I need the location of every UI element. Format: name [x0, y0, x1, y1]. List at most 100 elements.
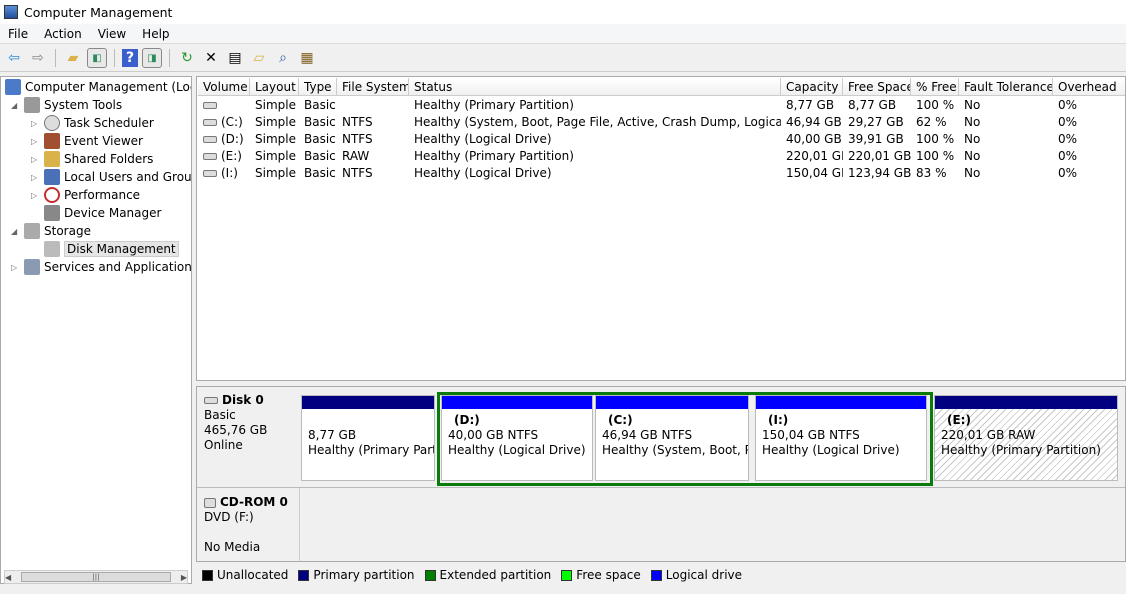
tree-item-event-viewer[interactable]: ▷ Event Viewer [31, 132, 143, 150]
column-header-capacity[interactable]: Capacity [781, 78, 843, 96]
tree-item-shared-folders[interactable]: ▷ Shared Folders [31, 150, 153, 168]
table-cell[interactable]: No [959, 165, 1053, 182]
properties-icon[interactable]: ▤ [225, 48, 245, 68]
cdrom-0-label[interactable]: CD-ROM 0 DVD (F:) No Media [199, 491, 299, 561]
tree-horizontal-scrollbar[interactable]: ◀ ||| ▶ [4, 570, 188, 584]
refresh-icon[interactable]: ↻ [177, 48, 197, 68]
back-icon[interactable]: ⇦ [4, 48, 24, 68]
table-cell[interactable]: NTFS [337, 165, 409, 182]
table-cell[interactable]: Simple [250, 97, 299, 114]
column-header-layout[interactable]: Layout [250, 78, 299, 96]
table-cell[interactable]: Simple [250, 131, 299, 148]
table-cell[interactable]: Simple [250, 148, 299, 165]
table-cell[interactable]: 100 % [911, 131, 959, 148]
expand-icon[interactable]: ▷ [31, 137, 41, 146]
partition-block[interactable]: (I:) 150,04 GB NTFS Healthy (Logical Drive… [755, 395, 927, 481]
expand-icon[interactable]: ▷ [11, 263, 21, 272]
table-cell[interactable]: 100 % [911, 97, 959, 114]
collapse-icon[interactable]: ◢ [11, 101, 21, 110]
tree-item-system-tools[interactable]: ◢ System Tools [11, 96, 122, 114]
help-icon[interactable]: ? [122, 49, 138, 67]
settings-icon[interactable]: ▦ [297, 48, 317, 68]
collapse-icon[interactable]: ◢ [11, 227, 21, 236]
table-cell[interactable]: 40,00 GB [781, 131, 843, 148]
table-cell[interactable]: (E:) [198, 148, 250, 165]
table-cell[interactable]: Basic [299, 131, 337, 148]
tree-item-performance[interactable]: ▷ Performance [31, 186, 140, 204]
tree-item-disk-management[interactable]: Disk Management [44, 240, 179, 258]
column-header-overhead[interactable]: Overhead [1053, 78, 1125, 96]
menu-file[interactable]: File [0, 27, 36, 41]
table-cell[interactable]: 39,91 GB [843, 131, 911, 148]
table-cell[interactable]: 0% [1053, 148, 1125, 165]
table-cell[interactable]: No [959, 131, 1053, 148]
tree-item-services-applications[interactable]: ▷ Services and Applications [11, 258, 191, 276]
partition-block[interactable]: (C:) 46,94 GB NTFS Healthy (System, Boot, … [595, 395, 749, 481]
delete-icon[interactable]: ✕ [201, 48, 221, 68]
table-cell[interactable]: 150,04 GB [781, 165, 843, 182]
table-cell[interactable]: 220,01 GB [843, 148, 911, 165]
forward-icon[interactable]: ⇨ [28, 48, 48, 68]
table-cell[interactable]: 8,77 GB [781, 97, 843, 114]
expand-icon[interactable]: ▷ [31, 173, 41, 182]
column-header-file-system[interactable]: File System [337, 78, 409, 96]
table-cell[interactable]: 0% [1053, 114, 1125, 131]
expand-icon[interactable]: ▷ [31, 191, 41, 200]
table-cell[interactable]: Healthy (System, Boot, Page File, Active… [409, 114, 781, 131]
up-folder-icon[interactable]: ▰ [63, 48, 83, 68]
menu-action[interactable]: Action [36, 27, 90, 41]
table-cell[interactable]: 0% [1053, 165, 1125, 182]
scroll-thumb[interactable]: ||| [21, 572, 171, 582]
partition-block[interactable]: (E:) 220,01 GB RAW Healthy (Primary Partit… [934, 395, 1118, 481]
column-header--free[interactable]: % Free [911, 78, 959, 96]
table-cell[interactable]: 8,77 GB [843, 97, 911, 114]
column-header-free-space[interactable]: Free Space [843, 78, 911, 96]
table-cell[interactable]: Basic [299, 165, 337, 182]
table-cell[interactable]: 0% [1053, 97, 1125, 114]
table-cell[interactable]: Healthy (Logical Drive) [409, 165, 781, 182]
table-cell[interactable]: (I:) [198, 165, 250, 182]
table-cell[interactable]: 29,27 GB [843, 114, 911, 131]
table-cell[interactable]: (C:) [198, 114, 250, 131]
table-cell[interactable]: 62 % [911, 114, 959, 131]
table-cell[interactable]: Healthy (Primary Partition) [409, 97, 781, 114]
table-cell[interactable]: 220,01 GB [781, 148, 843, 165]
column-header-fault-tolerance[interactable]: Fault Tolerance [959, 78, 1053, 96]
scroll-left-icon[interactable]: ◀ [5, 573, 11, 582]
tree-item-storage[interactable]: ◢ Storage [11, 222, 91, 240]
tree-item-task-scheduler[interactable]: ▷ Task Scheduler [31, 114, 154, 132]
tree-item-computer-management[interactable]: Computer Management (Local [5, 78, 191, 96]
table-cell[interactable]: Basic [299, 148, 337, 165]
table-cell[interactable]: No [959, 97, 1053, 114]
table-cell[interactable]: 100 % [911, 148, 959, 165]
partition-block[interactable]: (D:) 40,00 GB NTFS Healthy (Logical Drive) [441, 395, 593, 481]
disk-0-label[interactable]: Disk 0 Basic 465,76 GB Online [199, 389, 299, 483]
table-cell[interactable]: 123,94 GB [843, 165, 911, 182]
table-cell[interactable]: No [959, 114, 1053, 131]
menu-view[interactable]: View [90, 27, 134, 41]
table-cell[interactable]: NTFS [337, 114, 409, 131]
scroll-right-icon[interactable]: ▶ [181, 573, 187, 582]
table-cell[interactable]: 83 % [911, 165, 959, 182]
search-icon[interactable]: ⌕ [273, 48, 293, 68]
partition-block[interactable]: 8,77 GB Healthy (Primary Partit [301, 395, 435, 481]
expand-icon[interactable]: ▷ [31, 155, 41, 164]
table-cell[interactable]: RAW [337, 148, 409, 165]
table-cell[interactable]: No [959, 148, 1053, 165]
column-header-type[interactable]: Type [299, 78, 337, 96]
open-icon[interactable]: ▱ [249, 48, 269, 68]
show-hide-tree-icon[interactable]: ◧ [87, 48, 107, 68]
table-cell[interactable]: (D:) [198, 131, 250, 148]
table-cell[interactable] [198, 97, 250, 114]
menu-help[interactable]: Help [134, 27, 177, 41]
table-cell[interactable] [337, 97, 409, 114]
show-hide-action-pane-icon[interactable]: ◨ [142, 48, 162, 68]
table-cell[interactable]: Basic [299, 97, 337, 114]
column-header-status[interactable]: Status [409, 78, 781, 96]
table-cell[interactable]: Basic [299, 114, 337, 131]
table-cell[interactable]: 0% [1053, 131, 1125, 148]
column-header-volume[interactable]: Volume [198, 78, 250, 96]
tree-item-local-users-groups[interactable]: ▷ Local Users and Groups [31, 168, 191, 186]
table-cell[interactable]: Simple [250, 114, 299, 131]
table-cell[interactable]: NTFS [337, 131, 409, 148]
